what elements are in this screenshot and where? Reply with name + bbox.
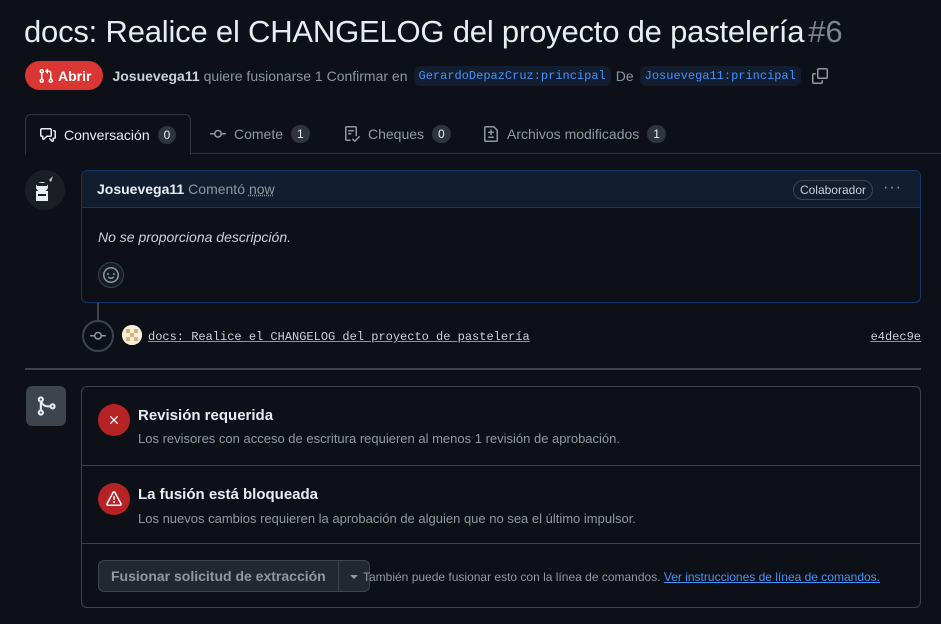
merge-blocked-title: La fusión está bloqueada (138, 486, 319, 503)
commit-sha-link[interactable]: e4dec9e (871, 330, 921, 344)
role-badge: Colaborador (792, 180, 873, 200)
merge-blocked-section: La fusión está bloqueada Los nuevos camb… (82, 466, 920, 544)
comment-discussion-icon (40, 127, 56, 142)
tab-counter: 0 (157, 125, 177, 144)
review-required-title: Revisión requerida (138, 407, 274, 424)
triangle-down-icon (350, 575, 358, 579)
tab-conversation[interactable]: Conversación 0 (25, 114, 192, 155)
checklist-icon (345, 126, 360, 142)
review-required-section: Revisión requerida Los revisores con acc… (82, 387, 920, 466)
comment-author-link[interactable]: Josuevega11 (97, 181, 184, 197)
merge-blocked-desc: Los nuevos cambios requieren la aprobaci… (138, 511, 636, 526)
pr-author-link[interactable]: Josuevega11 (112, 68, 199, 84)
merge-button-group: Fusionar solicitud de extracción (98, 560, 370, 592)
git-commit-icon (210, 129, 226, 138)
git-pull-request-icon (39, 68, 54, 83)
merge-box: Revisión requerida Los revisores con acc… (81, 386, 921, 608)
merge-note-text: También puede fusionar esto con la línea… (363, 570, 661, 584)
comment-body: No se proporciona descripción. (98, 229, 291, 245)
review-required-desc: Los revisores con acceso de escritura re… (138, 431, 620, 446)
page-title: docs: Realice el CHANGELOG del proyecto … (24, 14, 843, 50)
pr-meta: Abrir Josuevega11 quiere fusionarse 1 Co… (25, 61, 828, 90)
alert-icon (98, 483, 130, 515)
pr-tabs: Conversación 0 Comete 1 Cheques 0 Archiv… (25, 114, 941, 155)
copy-icon[interactable] (811, 67, 828, 84)
tab-checks[interactable]: Cheques 0 (330, 114, 465, 154)
kebab-menu-icon[interactable]: ··· (883, 179, 902, 197)
comment-header: Josuevega11 Comentó now Colaborador ··· (82, 171, 920, 208)
state-badge: Abrir (25, 61, 104, 90)
identicon-icon (122, 325, 142, 345)
commit-message-link[interactable]: docs: Realice el CHANGELOG del proyecto … (148, 330, 530, 344)
comment-box: Josuevega11 Comentó now Colaborador ··· … (81, 170, 921, 303)
smiley-icon (103, 267, 119, 283)
command-line-instructions-link[interactable]: Ver instrucciones de línea de comandos. (664, 570, 880, 584)
merge-cli-note: También puede fusionar esto con la línea… (363, 570, 880, 584)
tab-label: Cheques (368, 126, 425, 142)
base-branch[interactable]: GerardoDepazCruz:principal (413, 65, 611, 86)
pr-number: #6 (808, 14, 843, 49)
tab-label: Comete (234, 126, 284, 142)
from-text: De (615, 67, 634, 84)
tab-label: Conversación (64, 126, 150, 143)
tab-commits[interactable]: Comete 1 (196, 114, 324, 154)
tab-counter: 0 (432, 125, 451, 143)
timeline-line (97, 303, 99, 321)
merge-actions: Fusionar solicitud de extracción También… (82, 544, 920, 607)
tab-label: Archivos modificados (507, 126, 640, 142)
user-avatar-icon (25, 170, 65, 210)
timeline-divider (25, 368, 921, 370)
add-reaction-button[interactable] (98, 262, 124, 288)
head-branch[interactable]: Josuevega11:principal (639, 65, 801, 86)
tab-files-changed[interactable]: Archivos modificados 1 (469, 114, 680, 154)
pr-title: docs: Realice el CHANGELOG del proyecto … (24, 14, 805, 49)
state-label: Abrir (58, 67, 92, 84)
x-circle-icon (98, 404, 130, 436)
commit-author-avatar[interactable] (122, 325, 142, 345)
merge-pull-request-button[interactable]: Fusionar solicitud de extracción (98, 560, 338, 592)
comment-verb: Comentó (188, 181, 245, 197)
git-merge-icon (26, 386, 66, 426)
tab-counter: 1 (647, 125, 666, 143)
pr-action-text: quiere fusionarse 1 Confirmar en (203, 67, 408, 84)
comment-timestamp[interactable]: now (249, 181, 275, 197)
avatar[interactable] (25, 170, 65, 210)
file-diff-icon (484, 126, 498, 142)
tab-counter: 1 (291, 125, 310, 143)
git-commit-icon (82, 320, 114, 352)
